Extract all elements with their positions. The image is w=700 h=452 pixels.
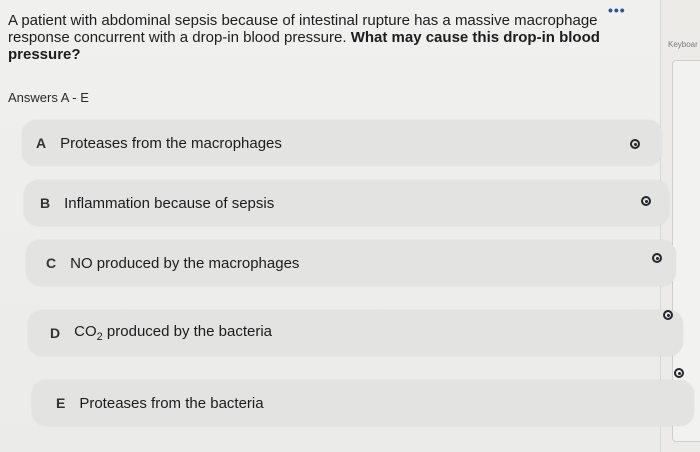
option-text-rest: produced by the bacteria xyxy=(102,323,273,340)
radio-button-a-icon[interactable] xyxy=(630,139,640,149)
answer-option-c[interactable]: C NO produced by the macrophages xyxy=(26,240,676,286)
keyboard-label: Keyboar xyxy=(668,40,698,49)
option-letter: E xyxy=(56,395,66,411)
radio-button-d-icon[interactable] xyxy=(663,310,673,320)
option-text: Inflammation because of sepsis xyxy=(64,194,275,212)
option-letter: B xyxy=(40,195,51,211)
answer-option-a[interactable]: A Proteases from the macrophages xyxy=(22,120,662,166)
radio-button-b-icon[interactable] xyxy=(641,196,651,206)
answers-label: Answers A - E xyxy=(8,90,89,105)
question-text: A patient with abdominal sepsis because … xyxy=(8,12,648,63)
answer-option-b[interactable]: B Inflammation because of sepsis xyxy=(24,180,669,226)
option-text: Proteases from the macrophages xyxy=(60,134,282,152)
option-text: Proteases from the bacteria xyxy=(79,394,264,412)
option-text: CO2 produced by the bacteria xyxy=(74,323,272,343)
option-letter: A xyxy=(36,135,47,151)
option-text: NO produced by the macrophages xyxy=(70,254,300,272)
option-letter: C xyxy=(46,255,57,271)
option-letter: D xyxy=(50,325,61,341)
option-text-co: CO xyxy=(74,323,97,340)
answer-option-d[interactable]: D CO2 produced by the bacteria xyxy=(28,310,683,356)
radio-button-e-icon[interactable] xyxy=(674,368,684,378)
answer-option-e[interactable]: E Proteases from the bacteria xyxy=(32,380,694,426)
radio-button-c-icon[interactable] xyxy=(652,253,662,263)
